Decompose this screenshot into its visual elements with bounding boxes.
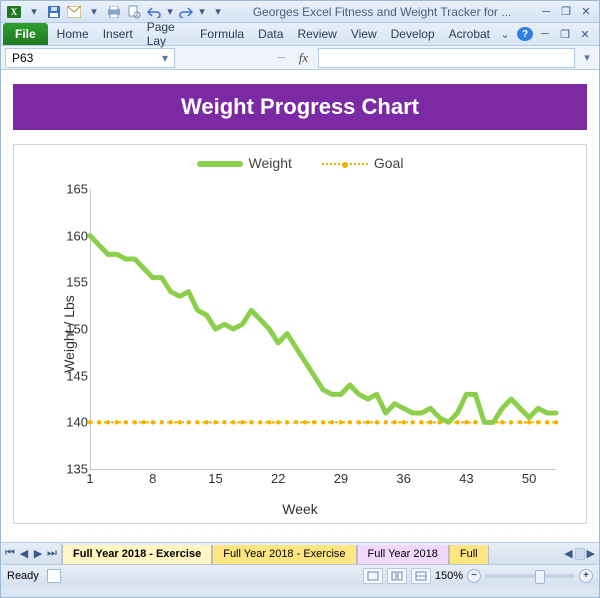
tabnav-next-icon[interactable]: ▶: [31, 547, 45, 560]
worksheet-area: Weight Progress Chart Weight Goal Weight…: [1, 70, 599, 542]
tab-pagelayout[interactable]: Page Lay: [140, 23, 193, 45]
tabnav-first-icon[interactable]: ⏮: [3, 547, 17, 560]
macro-record-icon[interactable]: [47, 569, 61, 583]
x-axis-label: Week: [282, 501, 318, 517]
zoom-in-icon[interactable]: +: [579, 569, 593, 583]
quickprint-icon[interactable]: [105, 3, 123, 21]
qat-dropdown-icon[interactable]: ▾: [165, 3, 175, 21]
y-ticks: 135140145150155160165: [58, 189, 88, 469]
y-tick-label: 145: [58, 368, 88, 383]
cancel-icon[interactable]: ─: [273, 52, 289, 64]
tab-formulas[interactable]: Formula: [193, 23, 251, 45]
ribbon-tabs: File Home Insert Page Lay Formula Data R…: [1, 23, 599, 46]
x-tick-label: 29: [334, 471, 348, 486]
zoom-label[interactable]: 150%: [435, 570, 463, 582]
sheet-tab[interactable]: Full Year 2018: [357, 545, 449, 564]
sheet-tab[interactable]: Full Year 2018 - Exercise: [212, 545, 356, 564]
ribbon-expand-icon[interactable]: ⌄: [497, 28, 513, 41]
document-title: Georges Excel Fitness and Weight Tracker…: [229, 5, 535, 19]
y-tick-label: 150: [58, 322, 88, 337]
view-normal-icon[interactable]: [363, 568, 383, 584]
tabnav-prev-icon[interactable]: ◀: [17, 547, 31, 560]
name-box[interactable]: P63 ▾: [5, 48, 175, 68]
email-icon[interactable]: [65, 3, 83, 21]
x-tick-label: 15: [208, 471, 222, 486]
formula-expand-icon[interactable]: ▾: [579, 51, 595, 64]
name-box-value: P63: [12, 51, 33, 65]
chevron-down-icon[interactable]: ▾: [162, 51, 168, 65]
minimize-icon[interactable]: ─: [537, 3, 555, 21]
qat-dropdown-icon[interactable]: ▾: [85, 3, 103, 21]
hscroll-right-icon[interactable]: ▶: [587, 547, 595, 560]
legend-swatch-goal: [322, 163, 368, 165]
chart-container: Weight Goal Weight / Lbs Week 1351401451…: [13, 144, 587, 524]
window-min-icon[interactable]: ─: [537, 28, 553, 40]
tab-home[interactable]: Home: [50, 23, 96, 45]
y-tick-label: 135: [58, 462, 88, 477]
printpreview-icon[interactable]: [125, 3, 143, 21]
chart-legend: Weight Goal: [14, 145, 586, 171]
tab-data[interactable]: Data: [251, 23, 290, 45]
window-close-icon[interactable]: ✕: [577, 28, 593, 41]
plot-area: [90, 189, 556, 469]
y-tick-label: 155: [58, 275, 88, 290]
file-tab[interactable]: File: [3, 23, 48, 45]
hscroll-left-icon[interactable]: ◀: [564, 547, 572, 560]
x-ticks: 18152229364350: [90, 471, 556, 487]
tab-review[interactable]: Review: [290, 23, 343, 45]
x-axis-line: [90, 469, 556, 470]
view-pagebreak-icon[interactable]: [411, 568, 431, 584]
help-icon[interactable]: ?: [517, 27, 533, 41]
x-tick-label: 8: [149, 471, 156, 486]
x-tick-label: 50: [522, 471, 536, 486]
status-bar: Ready 150% − +: [1, 564, 599, 586]
x-tick-label: 43: [459, 471, 473, 486]
view-pagelayout-icon[interactable]: [387, 568, 407, 584]
x-tick-label: 36: [396, 471, 410, 486]
zoom-slider[interactable]: [485, 574, 575, 578]
excel-icon: X: [5, 3, 23, 21]
x-tick-label: 22: [271, 471, 285, 486]
status-text: Ready: [7, 570, 39, 582]
x-tick-label: 1: [86, 471, 93, 486]
sheet-tab-bar: ⏮ ◀ ▶ ⏭ Full Year 2018 - Exercise Full Y…: [1, 542, 599, 564]
undo-icon[interactable]: [145, 3, 163, 21]
hscroll-track[interactable]: [575, 548, 585, 560]
qat-dropdown-icon[interactable]: ▾: [25, 3, 43, 21]
sheet-tab[interactable]: Full: [449, 545, 489, 564]
formula-bar-row: P63 ▾ ─ fx ▾: [1, 46, 599, 70]
chart-title: Weight Progress Chart: [13, 84, 587, 130]
window-restore-icon[interactable]: ❐: [557, 28, 573, 41]
close-icon[interactable]: ✕: [577, 3, 595, 21]
redo-icon[interactable]: [177, 3, 195, 21]
legend-swatch-weight: [197, 161, 243, 167]
tabnav-last-icon[interactable]: ⏭: [45, 547, 59, 560]
tab-developer[interactable]: Develop: [384, 23, 442, 45]
y-tick-label: 140: [58, 415, 88, 430]
qat-dropdown-icon[interactable]: ▾: [197, 3, 207, 21]
y-tick-label: 165: [58, 182, 88, 197]
svg-text:X: X: [11, 7, 18, 17]
sheet-tab-nav: ⏮ ◀ ▶ ⏭: [1, 543, 62, 564]
fx-label[interactable]: fx: [293, 50, 314, 66]
tab-acrobat[interactable]: Acrobat: [442, 23, 497, 45]
save-icon[interactable]: [45, 3, 63, 21]
title-bar: X ▾ ▾ ▾ ▾ ▾ Georges Excel Fitness and We…: [1, 1, 599, 23]
formula-input[interactable]: [318, 48, 575, 68]
tab-view[interactable]: View: [344, 23, 384, 45]
qat-customize-icon[interactable]: ▾: [209, 3, 227, 21]
zoom-out-icon[interactable]: −: [467, 569, 481, 583]
restore-icon[interactable]: ❐: [557, 3, 575, 21]
tab-insert[interactable]: Insert: [96, 23, 140, 45]
legend-item-goal: Goal: [322, 155, 404, 171]
y-tick-label: 160: [58, 228, 88, 243]
sheet-tab[interactable]: Full Year 2018 - Exercise: [62, 545, 212, 564]
legend-item-weight: Weight: [197, 155, 292, 171]
